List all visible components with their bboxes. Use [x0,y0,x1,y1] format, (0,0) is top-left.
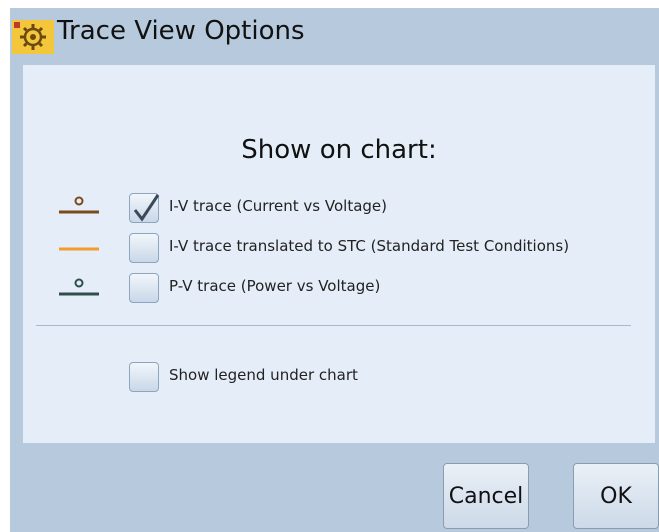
iv-stc-trace-label: I-V trace translated to STC (Standard Te… [169,237,570,255]
show-on-chart-heading: Show on chart: [241,135,437,165]
options-panel: Show on chart: I-V trace (Current vs Vol… [23,65,655,443]
iv-stc-trace-checkbox[interactable] [129,233,159,263]
trace-option-iv[interactable]: I-V trace (Current vs Voltage) [23,191,655,225]
iv-stc-trace-swatch-icon [59,231,107,265]
trace-option-iv-stc[interactable]: I-V trace translated to STC (Standard Te… [23,231,655,265]
ok-button[interactable]: OK [573,463,659,529]
pv-trace-swatch-icon [59,271,107,305]
checkmark-icon [133,194,160,222]
show-legend-checkbox[interactable] [129,362,159,392]
title-bar: Trace View Options [10,8,659,64]
cancel-button[interactable]: Cancel [443,463,529,529]
gear-icon [12,20,54,54]
trace-view-options-dialog: Trace View Options Show on chart: I-V tr… [10,8,659,532]
window-title: Trace View Options [57,16,305,46]
trace-option-pv[interactable]: P-V trace (Power vs Voltage) [23,271,655,305]
show-legend-label: Show legend under chart [169,366,358,384]
separator [36,325,631,326]
iv-trace-checkbox[interactable] [129,193,160,223]
pv-trace-checkbox[interactable] [129,273,159,303]
legend-option[interactable]: Show legend under chart [23,360,655,394]
iv-trace-swatch-icon [59,191,107,225]
iv-trace-label: I-V trace (Current vs Voltage) [169,197,388,215]
pv-trace-label: P-V trace (Power vs Voltage) [169,277,381,295]
